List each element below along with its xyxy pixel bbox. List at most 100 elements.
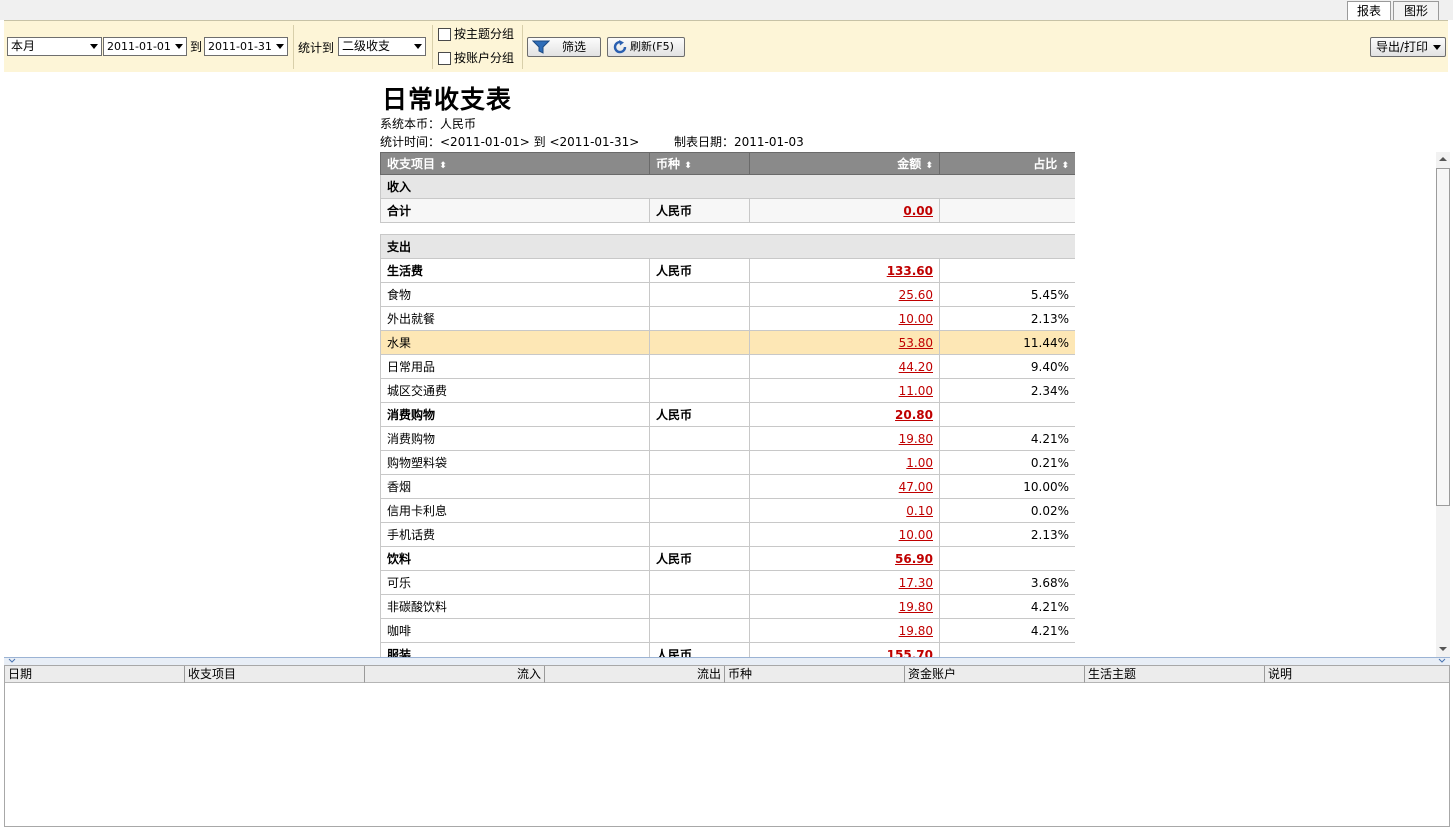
chevron-down-icon — [90, 44, 98, 49]
expense-item-amount[interactable]: 25.60 — [749, 282, 940, 307]
expense-item-amount[interactable]: 20.80 — [749, 402, 940, 427]
expense-row[interactable]: 生活费 人民币 133.60 — [380, 258, 1075, 283]
expense-row[interactable]: 咖啡 19.80 4.21% — [380, 618, 1075, 643]
grid-col-outflow[interactable]: 流出 — [545, 666, 725, 683]
expense-item-amount[interactable]: 44.20 — [749, 354, 940, 379]
scroll-down-icon[interactable] — [1437, 644, 1449, 654]
expense-item-percent — [939, 258, 1075, 283]
expense-item-currency: 人民币 — [649, 642, 750, 657]
col-header-percent[interactable]: 占比 ⬍ — [939, 152, 1075, 175]
period-select[interactable]: 本月 — [7, 37, 102, 56]
top-tab-strip: 报表 图形 — [0, 0, 1453, 20]
grid-col-date[interactable]: 日期 — [5, 666, 185, 683]
grid-col-item[interactable]: 收支项目 — [185, 666, 365, 683]
grid-col-theme[interactable]: 生活主题 — [1085, 666, 1265, 683]
expense-item-percent — [939, 546, 1075, 571]
expense-row[interactable]: 香烟 47.00 10.00% — [380, 474, 1075, 499]
expense-item-percent: 11.44% — [939, 330, 1075, 355]
expense-row[interactable]: 饮料 人民币 56.90 — [380, 546, 1075, 571]
expense-item-amount[interactable]: 10.00 — [749, 522, 940, 547]
group-by-theme-checkbox[interactable] — [438, 28, 451, 41]
toolbar-divider — [522, 25, 523, 69]
expense-item-amount[interactable]: 0.10 — [749, 498, 940, 523]
col-header-amount[interactable]: 金额 ⬍ — [749, 152, 940, 175]
expense-item-name: 咖啡 — [380, 618, 650, 643]
expense-item-name: 食物 — [380, 282, 650, 307]
expense-item-amount[interactable]: 133.60 — [749, 258, 940, 283]
pane-splitter[interactable] — [4, 657, 1450, 665]
to-label: 到 — [190, 40, 203, 54]
collapse-arrow-icon[interactable] — [8, 658, 16, 664]
filter-button[interactable]: 筛选 — [527, 37, 601, 57]
expense-row[interactable]: 日常用品 44.20 9.40% — [380, 354, 1075, 379]
toolbar-divider — [432, 25, 433, 69]
expense-item-amount[interactable]: 17.30 — [749, 570, 940, 595]
expense-item-amount[interactable]: 1.00 — [749, 450, 940, 475]
date-to-picker[interactable]: 2011-01-31 — [204, 37, 288, 56]
expense-row[interactable]: 手机话费 10.00 2.13% — [380, 522, 1075, 547]
expense-section-label: 支出 — [380, 234, 1075, 259]
expense-item-amount[interactable]: 19.80 — [749, 426, 940, 451]
expense-row[interactable]: 消费购物 19.80 4.21% — [380, 426, 1075, 451]
grid-col-account[interactable]: 资金账户 — [905, 666, 1085, 683]
scrollbar-thumb[interactable] — [1436, 168, 1450, 506]
expense-row[interactable]: 城区交通费 11.00 2.34% — [380, 378, 1075, 403]
group-by-account-label: 按账户分组 — [454, 51, 515, 65]
col-header-currency[interactable]: 币种 ⬍ — [649, 152, 750, 175]
expense-item-amount[interactable]: 19.80 — [749, 618, 940, 643]
expense-item-percent: 2.34% — [939, 378, 1075, 403]
stat-level-select[interactable]: 二级收支 — [338, 37, 426, 56]
expense-item-amount[interactable]: 155.70 — [749, 642, 940, 657]
expense-item-currency — [649, 282, 750, 307]
expense-item-amount[interactable]: 11.00 — [749, 378, 940, 403]
tab-chart[interactable]: 图形 — [1393, 1, 1439, 20]
expense-item-percent — [939, 642, 1075, 657]
expense-item-amount[interactable]: 10.00 — [749, 306, 940, 331]
expense-row[interactable]: 购物塑料袋 1.00 0.21% — [380, 450, 1075, 475]
col-header-item[interactable]: 收支项目 ⬍ — [380, 152, 650, 175]
refresh-button-label: 刷新(F5) — [630, 40, 674, 53]
tab-report[interactable]: 报表 — [1347, 1, 1391, 20]
expense-item-amount[interactable]: 53.80 — [749, 330, 940, 355]
grid-col-currency[interactable]: 币种 — [725, 666, 905, 683]
expense-row[interactable]: 食物 25.60 5.45% — [380, 282, 1075, 307]
toolbar-divider — [293, 25, 294, 69]
expense-item-name: 生活费 — [380, 258, 650, 283]
chevron-down-icon — [1433, 45, 1441, 50]
period-select-value: 本月 — [11, 39, 36, 53]
chevron-down-icon — [414, 44, 422, 49]
expense-item-percent: 5.45% — [939, 282, 1075, 307]
income-section-label: 收入 — [380, 174, 1075, 199]
collapse-arrow-icon[interactable] — [1438, 658, 1446, 664]
expense-item-amount[interactable]: 47.00 — [749, 474, 940, 499]
refresh-button[interactable]: 刷新(F5) — [607, 37, 685, 57]
refresh-icon — [613, 40, 627, 54]
scroll-up-icon[interactable] — [1437, 154, 1449, 164]
expense-item-percent: 2.13% — [939, 522, 1075, 547]
export-print-label: 导出/打印 — [1376, 40, 1429, 54]
expense-item-percent: 4.21% — [939, 618, 1075, 643]
grid-col-inflow[interactable]: 流入 — [365, 666, 545, 683]
expense-item-name: 可乐 — [380, 570, 650, 595]
expense-row[interactable]: 服装 人民币 155.70 — [380, 642, 1075, 657]
grid-col-notes[interactable]: 说明 — [1265, 666, 1449, 683]
expense-item-currency — [649, 450, 750, 475]
report-vertical-scrollbar[interactable] — [1436, 152, 1450, 657]
income-total-amount[interactable]: 0.00 — [749, 198, 940, 223]
expense-row[interactable]: 消费购物 人民币 20.80 — [380, 402, 1075, 427]
expense-item-amount[interactable]: 56.90 — [749, 546, 940, 571]
expense-item-amount[interactable]: 19.80 — [749, 594, 940, 619]
expense-item-name: 日常用品 — [380, 354, 650, 379]
export-print-button[interactable]: 导出/打印 — [1370, 37, 1446, 57]
date-from-picker[interactable]: 2011-01-01 — [103, 37, 187, 56]
stat-period: 统计时间：<2011-01-01> 到 <2011-01-31> — [380, 135, 640, 149]
expense-row[interactable]: 非碳酸饮料 19.80 4.21% — [380, 594, 1075, 619]
expense-item-percent: 3.68% — [939, 570, 1075, 595]
expense-row[interactable]: 外出就餐 10.00 2.13% — [380, 306, 1075, 331]
expense-row[interactable]: 可乐 17.30 3.68% — [380, 570, 1075, 595]
expense-row[interactable]: 信用卡利息 0.10 0.02% — [380, 498, 1075, 523]
sort-icon: ⬍ — [439, 161, 447, 171]
group-by-account-checkbox[interactable] — [438, 52, 451, 65]
expense-row[interactable]: 水果 53.80 11.44% — [380, 330, 1075, 355]
expense-item-percent: 0.21% — [939, 450, 1075, 475]
